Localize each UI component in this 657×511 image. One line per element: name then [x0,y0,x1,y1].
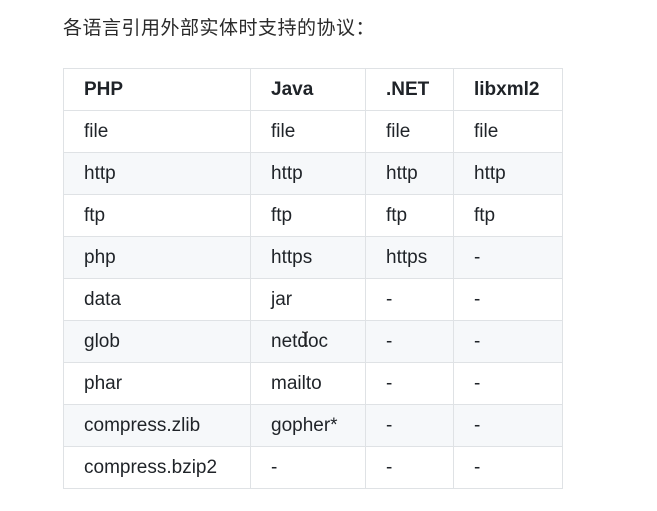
cell-java: - [250,446,366,489]
cell-dotnet: ftp [365,194,454,237]
table-header-row: PHP Java .NET libxml2 [63,68,563,111]
cell-java: gopher* [250,404,366,447]
section-heading: 各语言引用外部实体时支持的协议： [63,17,376,39]
cell-php: compress.bzip2 [63,446,251,489]
cell-dotnet: - [365,278,454,321]
cell-java: file [250,110,366,153]
cell-libxml2: - [453,236,563,279]
table-row: php https https - [63,236,563,279]
cell-libxml2: ftp [453,194,563,237]
table-row: phar mailto - - [63,362,563,405]
table-row: data jar - - [63,278,563,321]
cell-libxml2: http [453,152,563,195]
cell-php: phar [63,362,251,405]
cell-libxml2: - [453,404,563,447]
cell-dotnet: http [365,152,454,195]
cell-php: http [63,152,251,195]
cell-dotnet: - [365,446,454,489]
table-row: compress.zlib gopher* - - [63,404,563,447]
cell-php: file [63,110,251,153]
cell-dotnet: - [365,362,454,405]
cell-php: compress.zlib [63,404,251,447]
table-row: compress.bzip2- - - [63,446,563,489]
cell-java: http [250,152,366,195]
cell-dotnet: file [365,110,454,153]
cell-php: php [63,236,251,279]
cell-dotnet: - [365,404,454,447]
header-dotnet: .NET [365,68,454,111]
cell-libxml2: - [453,446,563,489]
cell-libxml2: - [453,362,563,405]
cell-dotnet: https [365,236,454,279]
header-java: Java [250,68,366,111]
cell-java: mailto [250,362,366,405]
cell-libxml2: - [453,278,563,321]
cell-java: jar [250,278,366,321]
cell-java: https [250,236,366,279]
cell-libxml2: - [453,320,563,363]
cell-php: data [63,278,251,321]
cell-php: ftp [63,194,251,237]
table-row: glob netdoc - - [63,320,563,363]
text-cursor-icon [301,331,309,347]
cell-libxml2: file [453,110,563,153]
table-row: file file file file [63,110,563,153]
table-row: ftp ftp ftp ftp [63,194,563,237]
header-php: PHP [63,68,251,111]
table-row: http http http http [63,152,563,195]
protocol-support-table: PHP Java .NET libxml2 file file file file ht… [63,68,563,489]
cell-java: ftp [250,194,366,237]
cell-dotnet: - [365,320,454,363]
cell-php: glob [63,320,251,363]
header-libxml2: libxml2 [453,68,563,111]
